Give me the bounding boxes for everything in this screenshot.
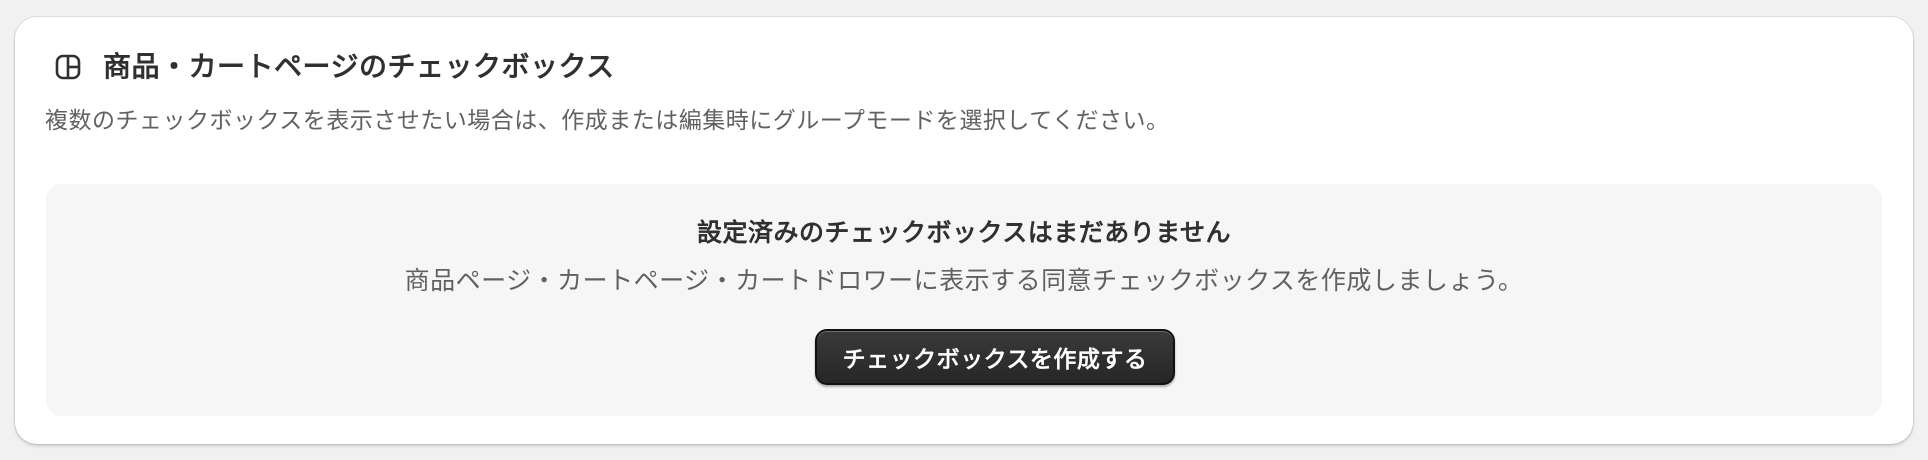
card-header: 商品・カートページのチェックボックス [53, 47, 615, 87]
checkbox-settings-card: 商品・カートページのチェックボックス 複数のチェックボックスを表示させたい場合は… [15, 17, 1913, 444]
card-title: 商品・カートページのチェックボックス [103, 51, 615, 82]
create-checkbox-button[interactable]: チェックボックスを作成する [815, 329, 1175, 385]
card-description: 複数のチェックボックスを表示させたい場合は、作成または編集時にグループモードを選… [45, 107, 1170, 133]
layout-blocks-icon [53, 52, 83, 82]
empty-state-body: 商品ページ・カートページ・カートドロワーに表示する同意チェックボックスを作成しま… [404, 267, 1524, 295]
empty-state: 設定済みのチェックボックスはまだありません 商品ページ・カートページ・カートドロ… [46, 184, 1882, 416]
empty-state-heading: 設定済みのチェックボックスはまだありません [696, 219, 1231, 247]
